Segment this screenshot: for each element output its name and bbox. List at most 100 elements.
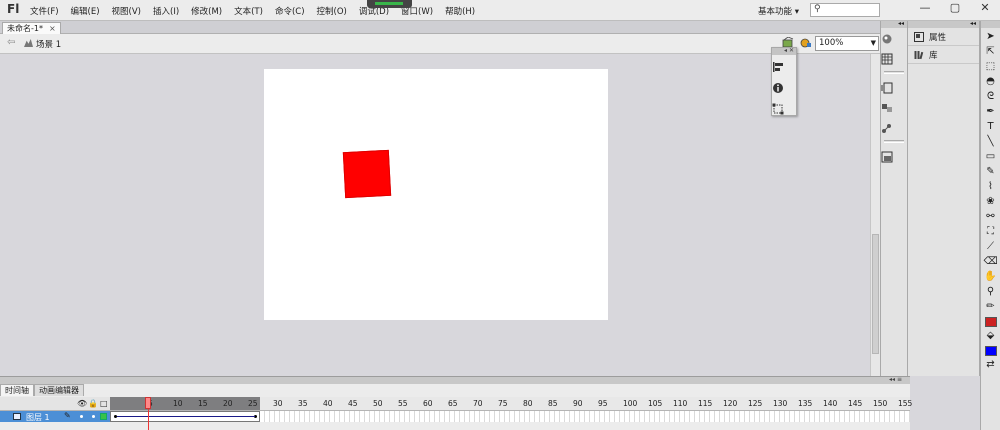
window-controls: — ▢ ✕: [910, 0, 1000, 18]
playhead[interactable]: [145, 397, 151, 409]
zoom-tool-icon[interactable]: ⚲: [984, 286, 998, 298]
show-hide-all-icon[interactable]: 👁: [77, 399, 87, 408]
paint-bucket-tool-icon[interactable]: ⛶: [984, 226, 998, 238]
pen-tool-icon[interactable]: ✒: [984, 106, 998, 118]
dock-grip[interactable]: ◂◂: [881, 21, 907, 28]
zoom-select[interactable]: 100% ▼: [815, 36, 879, 51]
align-icon[interactable]: [772, 61, 784, 73]
menu-control[interactable]: 控制(O): [317, 5, 347, 17]
properties-panel-tab[interactable]: 属性: [908, 28, 979, 46]
3d-rotation-tool-icon[interactable]: ◓: [984, 76, 998, 88]
frame-number: 85: [548, 399, 558, 408]
menu-commands[interactable]: 命令(C): [275, 5, 305, 17]
brush-tool-icon[interactable]: ⌇: [984, 181, 998, 193]
pasteboard: [0, 54, 870, 376]
layer-name[interactable]: 图层 1: [26, 412, 50, 423]
components-panel-icon[interactable]: [881, 102, 893, 114]
tools-grip[interactable]: [981, 21, 1000, 28]
chevron-down-icon: ▼: [870, 39, 876, 47]
motion-presets-icon[interactable]: [881, 122, 893, 134]
menu-insert[interactable]: 插入(I): [153, 5, 179, 17]
info-icon[interactable]: [772, 82, 784, 94]
red-rectangle-shape[interactable]: [342, 149, 392, 199]
tools-panel: ➤ ⇱ ⬚ ◓ ᘓ ✒ T ╲ ▭ ✎ ⌇ ❀ ⚯ ⛶ ⟋ ⌫ ✋ ⚲ ✏ ⬙ …: [980, 21, 1000, 430]
lasso-tool-icon[interactable]: ᘓ: [984, 91, 998, 103]
visibility-dot[interactable]: [80, 415, 83, 418]
close-tab-icon[interactable]: ×: [49, 23, 56, 34]
bone-tool-icon[interactable]: ⚯: [984, 211, 998, 223]
tab-timeline[interactable]: 时间轴: [0, 384, 34, 396]
lock-dot[interactable]: [92, 415, 95, 418]
search-input[interactable]: [824, 5, 878, 15]
movie-explorer-icon[interactable]: [881, 151, 893, 163]
floating-panel-grip[interactable]: ◂ ✕: [772, 48, 796, 55]
selection-tool-icon[interactable]: ➤: [984, 31, 998, 43]
frame-number: 125: [748, 399, 763, 408]
document-tab-title: 未命名-1*: [7, 24, 43, 33]
library-icon: [914, 50, 924, 59]
pencil-tool-icon[interactable]: ✎: [984, 166, 998, 178]
workspace-switcher[interactable]: 基本功能 ▾: [758, 5, 799, 17]
vertical-scrollbar[interactable]: [870, 54, 880, 376]
menu-modify[interactable]: 修改(M): [191, 5, 222, 17]
menu-view[interactable]: 视图(V): [112, 5, 141, 17]
library-panel-tab[interactable]: 库: [908, 46, 979, 64]
dock-separator: [884, 71, 904, 74]
frame-number: 75: [498, 399, 508, 408]
panel-group-grip[interactable]: ◂◂: [908, 21, 979, 28]
outline-all-icon[interactable]: □: [100, 399, 108, 408]
menu-file[interactable]: 文件(F): [30, 5, 59, 17]
scene-label[interactable]: 场景 1: [36, 38, 61, 50]
menu-edit[interactable]: 编辑(E): [71, 5, 100, 17]
menu-help[interactable]: 帮助(H): [445, 5, 475, 17]
subselection-tool-icon[interactable]: ⇱: [984, 46, 998, 58]
minimize-button[interactable]: —: [910, 0, 940, 18]
frame-number: 55: [398, 399, 408, 408]
tab-motion-editor[interactable]: 动画编辑器: [34, 384, 84, 396]
frame-number: 150: [873, 399, 888, 408]
back-arrow-icon[interactable]: ⇦: [7, 37, 15, 48]
eyedropper-tool-icon[interactable]: ⟋: [984, 241, 998, 253]
stroke-color-swatch[interactable]: [984, 317, 997, 327]
scrollbar-thumb[interactable]: [872, 234, 879, 354]
outline-color-icon[interactable]: [100, 413, 107, 420]
frame-number: 90: [573, 399, 583, 408]
fill-color-swatch[interactable]: [984, 346, 997, 356]
close-window-button[interactable]: ✕: [970, 0, 1000, 18]
menu-bar: Fl 文件(F) 编辑(E) 视图(V) 插入(I) 修改(M) 文本(T) 命…: [0, 0, 1000, 21]
frame-number: 30: [273, 399, 283, 408]
swap-colors-icon[interactable]: ⇄: [984, 359, 998, 371]
frame-number: 10: [173, 399, 183, 408]
swatches-panel-icon[interactable]: [881, 53, 893, 65]
rectangle-tool-icon[interactable]: ▭: [984, 151, 998, 163]
frame-number: 100: [623, 399, 638, 408]
stroke-color-icon[interactable]: ✏: [984, 301, 998, 313]
hand-tool-icon[interactable]: ✋: [984, 271, 998, 283]
line-tool-icon[interactable]: ╲: [984, 136, 998, 148]
frame-ruler[interactable]: 5101520253035404550556065707580859095100…: [110, 397, 912, 411]
lock-all-icon[interactable]: 🔒: [88, 399, 98, 408]
color-panel-icon[interactable]: [881, 33, 893, 45]
text-tool-icon[interactable]: T: [984, 121, 998, 133]
transform-icon[interactable]: [772, 103, 784, 115]
timeline-panel: ◂◂ ≡ 时间轴 动画编辑器 👁 🔒 □ 5101520253035404550…: [0, 376, 912, 430]
frame-number: 140: [823, 399, 838, 408]
document-tab[interactable]: 未命名-1* ×: [2, 22, 61, 34]
history-panel-icon[interactable]: [881, 82, 893, 94]
edit-symbol-icon[interactable]: [800, 37, 812, 49]
search-box[interactable]: ⚲: [810, 3, 880, 17]
timeline-grip[interactable]: ◂◂ ≡: [0, 377, 910, 384]
fill-color-icon[interactable]: ⬙: [984, 330, 998, 342]
eraser-tool-icon[interactable]: ⌫: [984, 256, 998, 268]
window-drag-handle[interactable]: [367, 0, 412, 8]
maximize-button[interactable]: ▢: [940, 0, 970, 18]
deco-tool-icon[interactable]: ❀: [984, 196, 998, 208]
stage[interactable]: [264, 69, 608, 320]
panel-group: ◂◂ 属性 库: [908, 21, 980, 376]
menu-text[interactable]: 文本(T): [234, 5, 263, 17]
tween-arrow: [117, 416, 255, 417]
layer-row[interactable]: 图层 1 ✎: [0, 411, 110, 422]
scene-icon: [24, 39, 33, 47]
free-transform-tool-icon[interactable]: ⬚: [984, 61, 998, 73]
frame-number: 110: [673, 399, 688, 408]
